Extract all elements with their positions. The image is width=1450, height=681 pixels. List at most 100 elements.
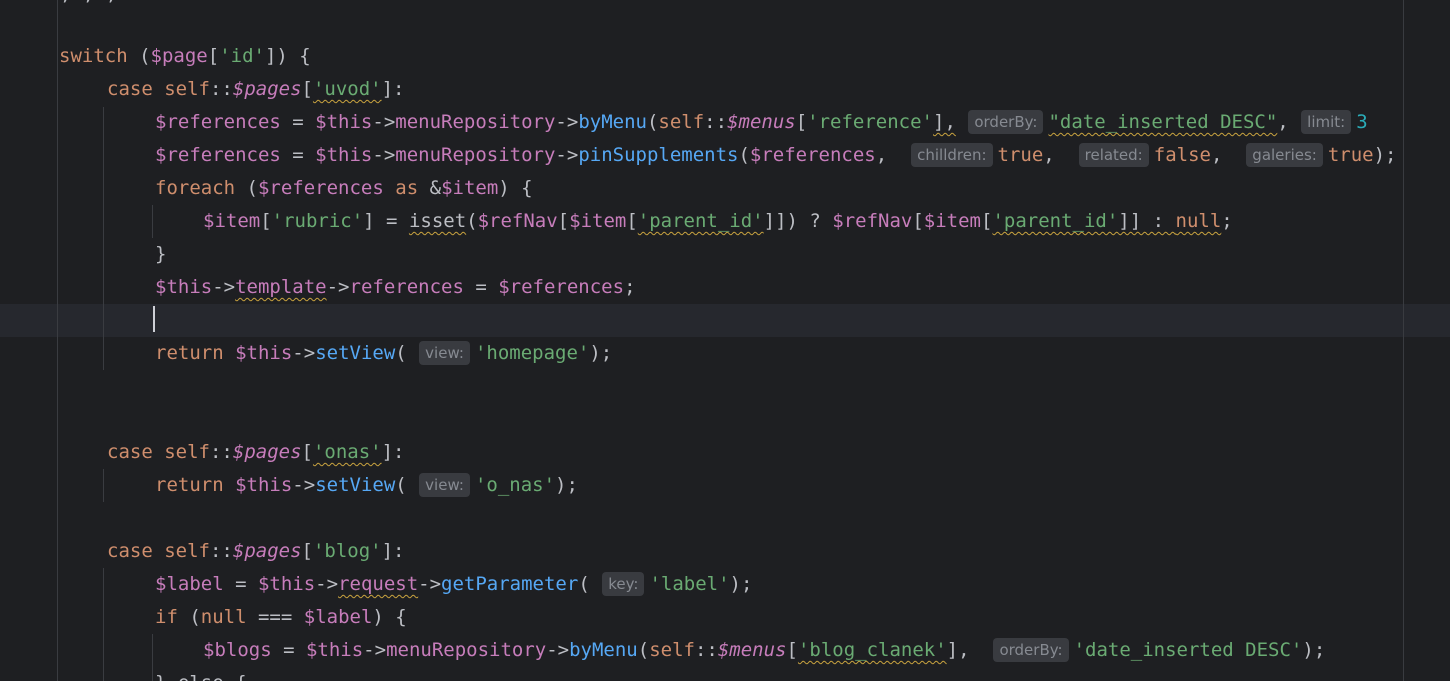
string-literal: 'o_nas'	[474, 474, 556, 496]
keyword: case	[107, 78, 153, 100]
number-literal: 3	[1356, 111, 1368, 133]
punctuation: [	[260, 210, 272, 232]
indent-guide	[57, 0, 58, 681]
string-literal: 'date_inserted DESC'	[1073, 639, 1303, 661]
variable-this: $this	[257, 573, 316, 595]
variable-this: $this	[235, 342, 293, 364]
punctuation: (	[738, 144, 750, 166]
punctuation: );	[729, 573, 753, 595]
boolean-literal: false	[1153, 144, 1211, 166]
punctuation: ::	[704, 111, 728, 133]
text-caret	[153, 306, 155, 332]
code-line-references-bymenu[interactable]: $references = $this->menuRepository->byM…	[155, 106, 1368, 139]
parameter-hint: key:	[602, 572, 645, 596]
operator: ->	[546, 639, 570, 661]
function-call: isset	[408, 210, 467, 232]
code-line-rubric[interactable]: $item['rubric'] = isset($refNav[$item['p…	[203, 205, 1233, 238]
variable: $references	[749, 144, 876, 166]
punctuation: (	[127, 45, 151, 67]
variable: $references	[155, 144, 281, 166]
variable: $page	[150, 45, 208, 67]
punctuation: );	[1302, 639, 1326, 661]
variable: $item	[441, 177, 499, 199]
punctuation: ]:	[381, 78, 405, 100]
code-line-else-partial[interactable]: } else {	[155, 667, 247, 681]
code-line-label[interactable]: $label = $this->request->getParameter( k…	[155, 568, 752, 601]
string-literal: 'id'	[219, 45, 265, 67]
punctuation: [	[786, 639, 798, 661]
variable-this: $this	[315, 144, 373, 166]
punctuation: ,	[875, 144, 888, 166]
operator: =	[271, 639, 306, 661]
code-line-case-blog[interactable]: case self::$pages['blog']:	[107, 535, 405, 568]
punctuation: ,	[1043, 144, 1055, 166]
variable: $references	[257, 177, 384, 199]
code-line-if-null[interactable]: if (null === $label) {	[155, 601, 407, 634]
variable: $blogs	[203, 639, 272, 661]
punctuation: ) {	[372, 606, 407, 628]
code-line-blogs[interactable]: $blogs = $this->menuRepository->byMenu(s…	[203, 634, 1325, 667]
parameter-hint: limit:	[1301, 110, 1352, 134]
string-literal: 'parent_id'	[992, 210, 1119, 232]
keyword: case	[107, 540, 153, 562]
code-line-return-onas[interactable]: return $this->setView( view:'o_nas');	[155, 469, 578, 502]
indent-guide	[103, 469, 104, 502]
punctuation: [	[207, 45, 220, 67]
operator: ->	[363, 639, 387, 661]
boolean-literal: true	[1327, 144, 1374, 166]
code-line-return-homepage[interactable]: return $this->setView( view:'homepage');	[155, 337, 612, 370]
punctuation: ;	[1221, 210, 1233, 232]
operator: =	[280, 144, 316, 166]
punctuation: );	[1373, 144, 1397, 166]
punctuation: }	[155, 243, 167, 265]
variable-this: $this	[235, 474, 293, 496]
keyword-self: self	[164, 78, 210, 100]
method-call: setView	[315, 474, 396, 496]
indent-guide	[152, 205, 153, 238]
punctuation: ::	[209, 441, 233, 463]
variable: $item	[923, 210, 981, 232]
parameter-hint: view:	[419, 341, 470, 365]
boolean-literal: true	[997, 144, 1044, 166]
code-line-foreach[interactable]: foreach ($references as &$item) {	[155, 172, 533, 205]
code-line-switch[interactable]: switch ($page['id']) {	[59, 40, 311, 73]
punctuation: (	[395, 474, 407, 496]
property: request	[338, 573, 419, 595]
punctuation: ,	[1277, 111, 1289, 133]
operator: ->	[372, 111, 396, 133]
keyword: foreach	[155, 177, 236, 199]
string-literal: 'blog_clanek'	[797, 639, 947, 661]
keyword: return	[155, 474, 224, 496]
operator: ->	[555, 111, 579, 133]
operator: =	[463, 276, 499, 298]
parameter-hint: chilldren:	[911, 143, 993, 167]
keyword: switch	[59, 45, 128, 67]
code-line-template[interactable]: $this->template->references = $reference…	[155, 271, 636, 304]
operator: ->	[292, 342, 316, 364]
string-literal: 'blog'	[312, 540, 382, 562]
string-literal: 'label'	[649, 573, 730, 595]
punctuation: [	[981, 210, 993, 232]
punctuation: ::	[209, 540, 233, 562]
operator: ->	[315, 573, 339, 595]
string-literal: 'reference'	[807, 111, 933, 133]
punctuation: (	[466, 210, 478, 232]
static-property: $menus	[717, 639, 787, 661]
parameter-hint: view:	[419, 473, 470, 497]
null-literal: null	[200, 606, 247, 628]
method-call: setView	[315, 342, 396, 364]
code-line-case-uvod[interactable]: case self::$pages['uvod']:	[107, 73, 405, 106]
null-literal: null	[1175, 210, 1222, 232]
punctuation: ) {	[498, 177, 533, 199]
punctuation: ] =	[363, 210, 409, 232]
punctuation: ]:	[381, 540, 405, 562]
method-call: pinSupplements	[578, 144, 739, 166]
code-line-close-brace[interactable]: }	[155, 238, 166, 271]
punctuation: (	[177, 606, 201, 628]
punctuation: (	[395, 342, 407, 364]
code-editor[interactable]: , , ; switch ($page['id']) { case self::…	[0, 0, 1450, 681]
code-line-pin-supplements[interactable]: $references = $this->menuRepository->pin…	[155, 139, 1397, 172]
code-line-current[interactable]	[153, 304, 155, 337]
string-literal: 'parent_id'	[637, 210, 764, 232]
code-line-case-onas[interactable]: case self::$pages['onas']:	[107, 436, 405, 469]
